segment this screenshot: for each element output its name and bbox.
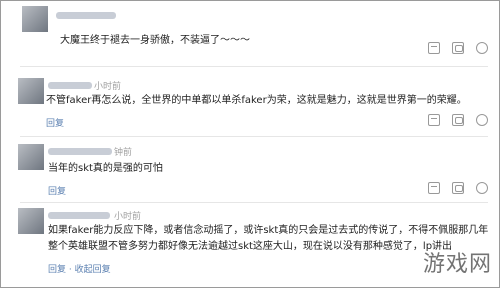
reply-collapse-link[interactable]: 回复 · 收起回复	[48, 262, 111, 275]
comment-item: 钟前 当年的skt真的是强的可怕 回复	[0, 140, 500, 200]
thumbs-up-icon[interactable]	[428, 42, 440, 54]
avatar[interactable]	[18, 208, 44, 234]
thumbs-up-icon[interactable]	[428, 182, 440, 194]
comment-actions	[428, 42, 488, 54]
avatar[interactable]	[18, 144, 44, 170]
watermark-text: 游戏网	[422, 252, 492, 277]
comment-icon[interactable]	[452, 182, 464, 194]
avatar[interactable]	[22, 6, 48, 32]
username-blur	[48, 82, 92, 89]
comment-time: 钟前	[114, 148, 133, 158]
comment-item: 小时前 不管faker再怎么说，全世界的中单都以单杀faker为荣，这就是魅力，…	[0, 72, 500, 132]
username-blur	[56, 12, 116, 19]
comment-time: 小时前	[114, 212, 142, 222]
divider	[20, 202, 488, 203]
share-icon[interactable]	[476, 114, 488, 126]
divider	[20, 66, 488, 67]
comment-icon[interactable]	[452, 114, 464, 126]
avatar[interactable]	[18, 78, 44, 104]
username-blur	[48, 212, 110, 219]
watermark-logo: 游戏网	[423, 246, 492, 278]
comment-item: 大魔王终于褪去一身骄傲，不装逼了～～～	[0, 0, 500, 62]
comment-text-line: 不管faker再怎么说，全世界的中单都以单杀faker为荣，这就是魅力，这就是世…	[46, 95, 467, 106]
comment-text-line: 整个英雄联盟不管多努力都好像无法逾越过skt这座大山，现在说以没有那种感觉了，l…	[48, 241, 453, 252]
comment-actions	[428, 114, 488, 126]
reply-link[interactable]: 回复	[48, 184, 66, 197]
reply-link[interactable]: 回复	[46, 116, 64, 129]
comment-text-line: 当年的skt真的是强的可怕	[48, 163, 163, 174]
share-icon[interactable]	[476, 182, 488, 194]
comment-actions	[428, 182, 488, 194]
comment-text-line: 大魔王终于褪去一身骄傲，不装逼了～～～	[60, 35, 250, 46]
username-blur	[48, 148, 112, 155]
share-icon[interactable]	[476, 42, 488, 54]
divider	[20, 136, 488, 137]
comment-icon[interactable]	[452, 42, 464, 54]
comment-time: 小时前	[94, 82, 122, 92]
thumbs-up-icon[interactable]	[428, 114, 440, 126]
